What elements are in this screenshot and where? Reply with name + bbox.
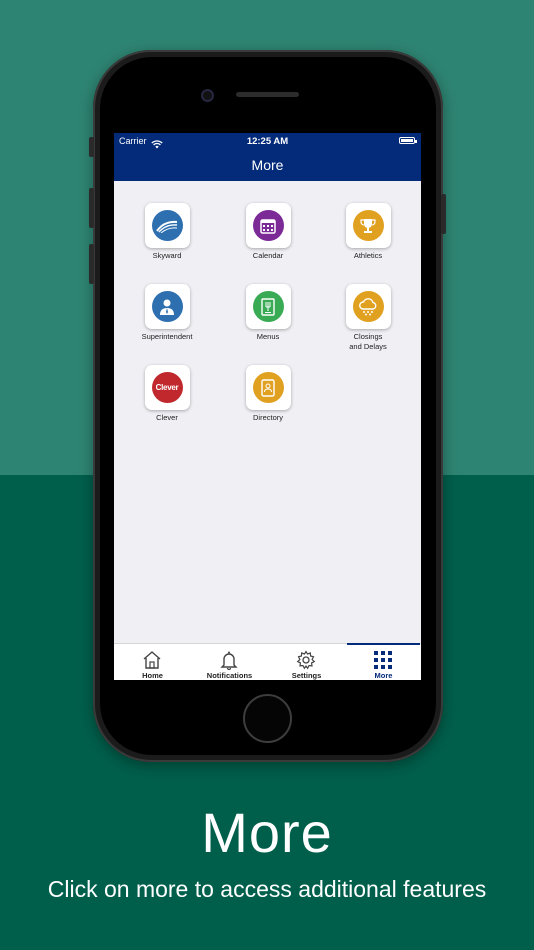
tile-clever-box: Clever [144,365,190,410]
tile-label: Directory [252,413,283,422]
tile-menus[interactable]: Menus [218,284,318,342]
tile-clever[interactable]: Clever Clever [117,365,217,423]
tile-closings[interactable]: Closings and Delays [318,284,418,352]
tab-label: More [374,671,393,680]
tile-closings-box [345,284,391,329]
volume-up-button [89,188,94,228]
gear-icon [296,650,316,670]
home-icon [143,651,161,669]
earpiece-speaker [236,92,299,97]
tile-label: Skyward [152,251,182,260]
page-title: More [251,157,284,173]
tab-label: Notifications [206,671,253,680]
calendar-icon [252,210,284,241]
menu-icon [252,291,284,322]
tile-skyward[interactable]: Skyward [117,203,217,261]
volume-down-button [89,244,94,284]
skyward-icon [151,210,183,241]
tile-label: Clever [156,413,178,422]
tab-bar: Home Notifications Settings More [114,643,421,680]
mute-switch [89,137,94,157]
tile-calendar-box [245,203,291,248]
caption-subtitle: Click on more to access additional featu… [47,876,487,902]
bell-icon [220,651,238,670]
tab-settings[interactable]: Settings [268,644,345,680]
home-hardware-button[interactable] [243,694,292,743]
tab-home[interactable]: Home [114,644,191,680]
tile-athletics-box [345,203,391,248]
tile-label: Menus [256,332,280,341]
person-icon [151,291,183,322]
tile-menus-box [245,284,291,329]
front-camera [203,91,212,100]
power-button [441,194,446,234]
tile-label: Closings and Delays [349,332,387,351]
tile-superintendent-box [144,284,190,329]
navigation-bar: Carrier 12:25 AM More [114,133,421,181]
tile-calendar[interactable]: Calendar [218,203,318,261]
clever-logo-icon: Clever [151,372,183,403]
app-screen: Carrier 12:25 AM More Skyward Calendar A… [114,133,421,680]
grid-icon [374,651,392,669]
directory-icon [252,372,284,403]
tile-label: Superintendent [141,332,193,341]
tile-skyward-box [144,203,190,248]
caption-title: More [201,801,333,864]
tile-directory-box [245,365,291,410]
tab-label: Home [142,671,163,680]
status-time: 12:25 AM [246,136,289,147]
tile-label: Athletics [353,251,383,260]
tab-label: Settings [291,671,322,680]
tile-athletics[interactable]: Athletics [318,203,418,261]
tab-more[interactable]: More [345,643,421,680]
trophy-icon [352,210,384,241]
battery-icon [399,137,417,144]
tile-directory[interactable]: Directory [218,365,318,423]
tile-superintendent[interactable]: Superintendent [117,284,217,342]
weather-icon [352,291,384,322]
tile-label: Calendar [252,251,284,260]
tab-notifications[interactable]: Notifications [191,644,268,680]
